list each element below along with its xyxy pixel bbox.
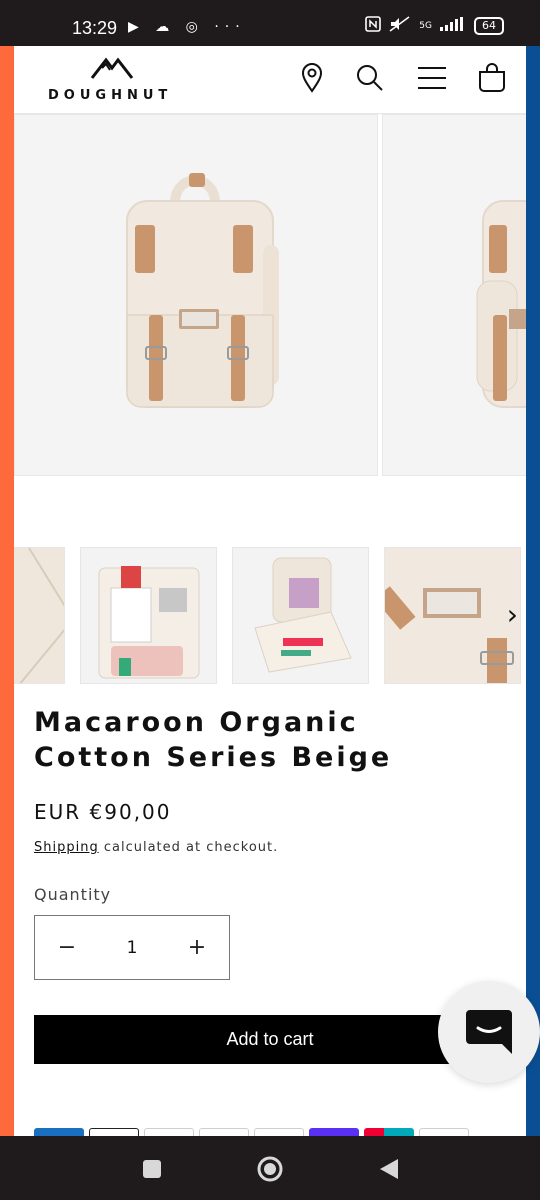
quantity-label: Quantity [34, 885, 112, 904]
chat-button[interactable] [438, 981, 540, 1083]
payment-icon [419, 1128, 469, 1136]
product-price: EUR €90,00 [34, 800, 172, 824]
system-nav-bar [0, 1136, 540, 1200]
status-right: 5G 64 [365, 16, 504, 36]
product-title: Macaroon Organic Cotton Series Beige [34, 707, 393, 773]
notification-icons: ▶ ☁ ◎ ··· [128, 19, 246, 35]
shipping-note-text: calculated at checkout. [98, 840, 279, 855]
add-to-cart-button[interactable]: Add to cart [34, 1015, 506, 1064]
right-accent-bar [526, 46, 540, 1136]
shipping-link[interactable]: Shipping [34, 840, 99, 855]
gallery-slide-next[interactable] [382, 114, 526, 476]
quantity-stepper: − 1 + [34, 915, 230, 980]
mountain-logo-icon [90, 57, 134, 79]
backpack-side-image [476, 200, 526, 408]
nfc-icon [365, 16, 382, 36]
shipping-note: Shipping calculated at checkout. [34, 840, 278, 855]
battery-icon: 64 [474, 17, 504, 35]
payment-icon [309, 1128, 359, 1136]
chevron-right-icon[interactable]: › [507, 598, 518, 631]
payment-icons [34, 1128, 494, 1136]
logo-text: DOUGHNUT [48, 88, 173, 103]
status-time: 13:29 [72, 18, 118, 38]
location-icon[interactable] [294, 60, 330, 96]
payment-icon [364, 1128, 414, 1136]
payment-icon [89, 1128, 139, 1136]
payment-icon [34, 1128, 84, 1136]
back-button[interactable] [374, 1154, 404, 1184]
thumbnail-strip: › [14, 546, 526, 686]
signal-icon [440, 17, 466, 35]
cart-icon[interactable] [474, 60, 510, 96]
search-icon[interactable] [352, 60, 388, 96]
quantity-increase-button[interactable]: + [165, 916, 229, 979]
thumbnail-1[interactable] [14, 547, 65, 684]
payment-icon [144, 1128, 194, 1136]
thumbnail-2[interactable] [80, 547, 217, 684]
mute-icon [389, 16, 411, 36]
menu-icon[interactable] [414, 60, 450, 96]
left-accent-bar [0, 46, 14, 1136]
backpack-image [126, 173, 279, 408]
product-gallery[interactable] [14, 114, 526, 478]
quantity-input[interactable]: 1 [99, 916, 165, 979]
quantity-decrease-button[interactable]: − [35, 916, 99, 979]
thumbnail-3[interactable] [232, 547, 369, 684]
payment-icon [254, 1128, 304, 1136]
status-bar: 13:29 ▶ ☁ ◎ ··· 5G 64 [0, 0, 540, 46]
home-button[interactable] [255, 1154, 285, 1184]
chat-icon [466, 1010, 512, 1054]
network-type: 5G [419, 21, 432, 31]
screen: 13:29 ▶ ☁ ◎ ··· 5G 64 DOUGHNUT › Macaroo… [0, 0, 540, 1200]
thumbnail-4[interactable] [384, 547, 521, 684]
payment-icon [199, 1128, 249, 1136]
recent-apps-button[interactable] [137, 1154, 167, 1184]
gallery-slide-main[interactable] [14, 114, 378, 476]
logo[interactable]: DOUGHNUT [48, 54, 178, 106]
site-header: DOUGHNUT [14, 46, 526, 114]
